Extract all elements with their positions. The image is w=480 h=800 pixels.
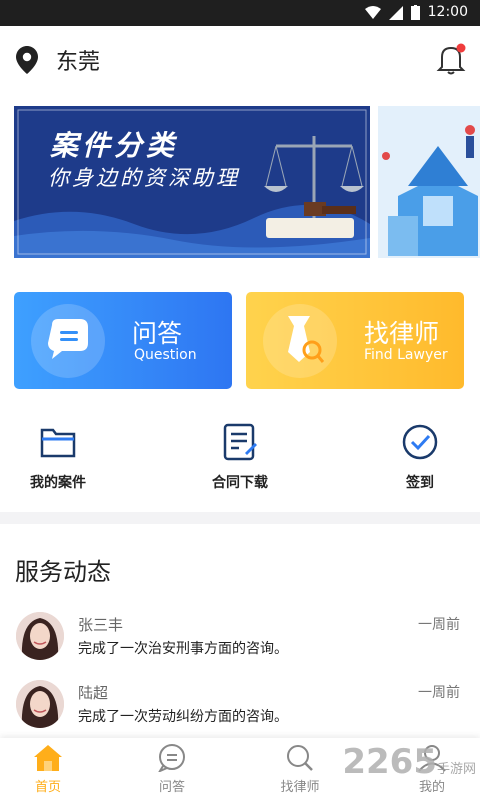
lawyer-tie-icon <box>288 316 324 363</box>
contract-download-label: 合同下载 <box>212 475 268 491</box>
home-icon <box>34 745 62 771</box>
signal-icon <box>389 5 403 20</box>
chat-icon <box>158 744 185 772</box>
check-in-button[interactable]: 签到 <box>360 420 480 492</box>
service-section-title: 服务动态 <box>15 558 111 586</box>
avatar <box>16 680 64 728</box>
feed-time: 一周前 <box>418 685 460 701</box>
watermark-logo: 2265手游网 <box>342 742 476 782</box>
feed-user-name: 张三丰 <box>78 616 124 634</box>
tab-qa-label: 问答 <box>158 780 185 795</box>
my-cases-label: 我的案件 <box>30 475 86 491</box>
find-lawyer-card[interactable]: 找律师 Find Lawyer <box>246 292 464 389</box>
banner-subtitle: 你身边的资深助理 <box>48 166 240 190</box>
bell-icon[interactable] <box>436 43 466 75</box>
banner-case-category[interactable]: 案件分类 你身边的资深助理 <box>14 106 370 258</box>
contract-download-button[interactable]: 合同下载 <box>180 420 300 492</box>
check-circle-icon <box>402 424 438 460</box>
question-card-title: 问答 <box>132 319 183 348</box>
battery-icon <box>411 5 420 20</box>
find-lawyer-card-subtitle: Find Lawyer <box>364 347 448 363</box>
list-item[interactable]: 张三丰 一周前 完成了一次治安刑事方面的咨询。 <box>0 612 480 672</box>
banner-next-preview[interactable] <box>378 106 480 258</box>
status-icons <box>365 5 420 20</box>
question-card-subtitle: Question <box>134 347 197 363</box>
feed-description: 完成了一次治安刑事方面的咨询。 <box>78 641 288 657</box>
feed-user-name: 陆超 <box>78 684 109 702</box>
chat-bubble-icon <box>48 319 88 359</box>
document-icon <box>223 423 257 461</box>
status-time: 12:00 <box>427 4 468 20</box>
search-icon <box>287 745 313 771</box>
section-divider <box>0 512 480 524</box>
folder-icon <box>40 428 76 458</box>
my-cases-button[interactable]: 我的案件 <box>0 420 118 492</box>
status-bar: 12:00 <box>0 0 480 26</box>
question-card[interactable]: 问答 Question <box>14 292 232 389</box>
header: 东莞 <box>0 26 480 94</box>
wifi-icon <box>365 5 381 19</box>
location-pin-icon[interactable] <box>16 46 38 74</box>
avatar <box>16 612 64 660</box>
feed-time: 一周前 <box>418 617 460 633</box>
tab-home-label: 首页 <box>34 780 61 795</box>
feed-description: 完成了一次劳动纠纷方面的咨询。 <box>78 709 288 725</box>
tab-home[interactable]: 首页 <box>0 738 108 800</box>
banner-title: 案件分类 <box>50 129 179 162</box>
banner-house-illustration <box>378 106 480 258</box>
check-in-label: 签到 <box>406 475 434 491</box>
tab-qa[interactable]: 问答 <box>112 738 232 800</box>
city-label[interactable]: 东莞 <box>56 44 100 76</box>
find-lawyer-card-title: 找律师 <box>364 319 440 348</box>
list-item[interactable]: 陆超 一周前 完成了一次劳动纠纷方面的咨询。 <box>0 680 480 740</box>
